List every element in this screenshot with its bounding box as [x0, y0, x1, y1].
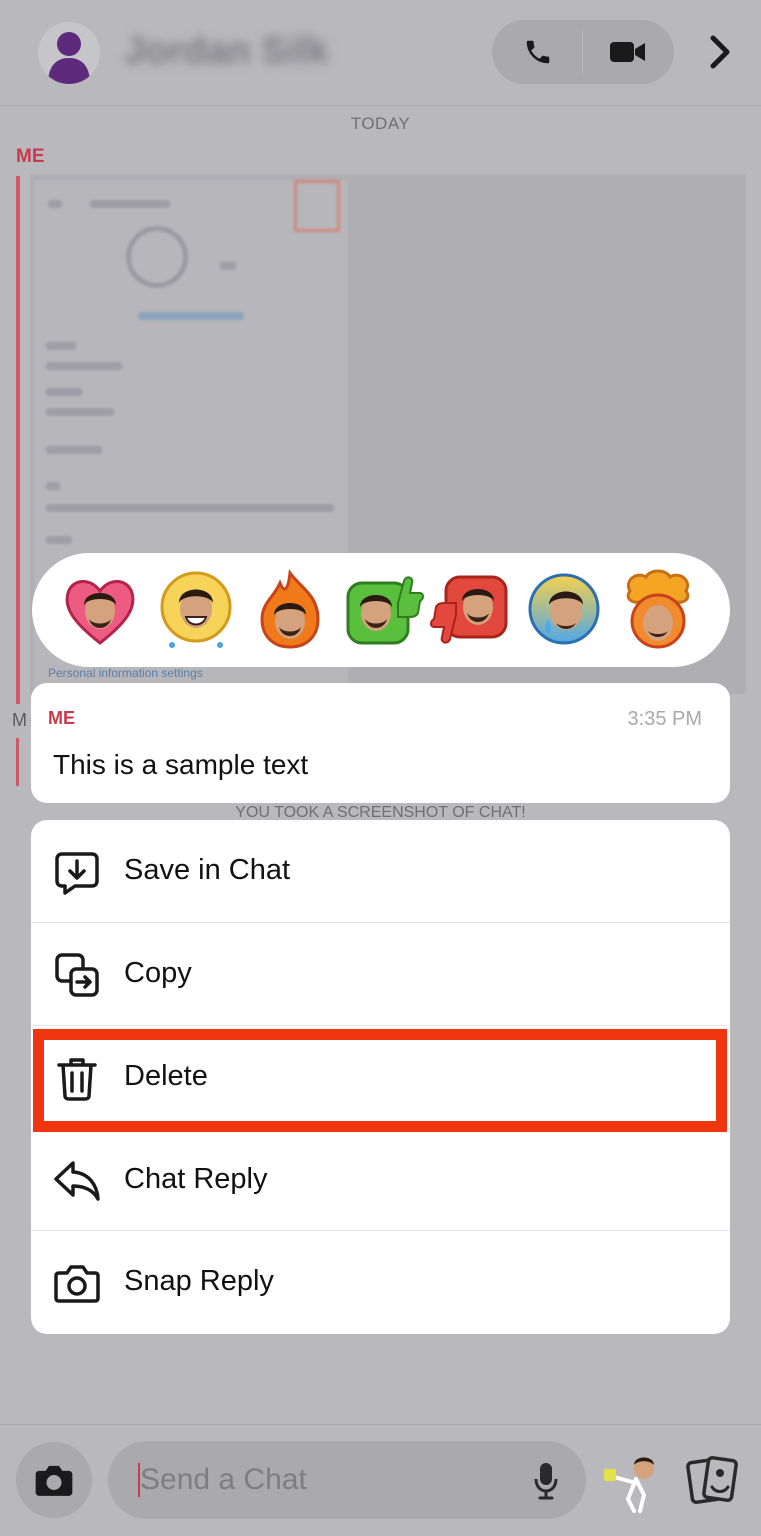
screenshot-line: [46, 342, 76, 350]
screenshot-avatar-ring: [126, 226, 188, 288]
save-in-chat-menu-item[interactable]: Save in Chat: [31, 820, 730, 923]
selected-message-card[interactable]: ME 3:35 PM This is a sample text: [31, 683, 730, 803]
copy-menu-item[interactable]: Copy: [31, 923, 730, 1026]
call-controls: [492, 20, 674, 84]
video-call-button[interactable]: [600, 32, 656, 72]
delete-menu-item[interactable]: Delete: [31, 1026, 730, 1129]
screenshot-line: [48, 200, 62, 208]
phone-icon: [526, 40, 550, 64]
heart-bitmoji-icon: [65, 580, 135, 645]
screenshot-line: [46, 388, 82, 396]
snap-reply-label: Snap Reply: [124, 1265, 274, 1297]
microphone-icon: [534, 1463, 558, 1500]
cards-icon: [686, 1456, 738, 1504]
delete-label: Delete: [124, 1060, 208, 1092]
thumbs-down-bitmoji-reaction[interactable]: [430, 569, 508, 651]
camera-icon: [54, 1265, 100, 1303]
avatar-silhouette-icon: [48, 32, 90, 84]
chat-header: Jordan Silk: [0, 0, 761, 106]
crying-laughing-bitmoji-icon: [160, 571, 232, 648]
camera-button[interactable]: [16, 1442, 92, 1518]
reply-arrow-icon: [54, 1161, 100, 1201]
mind-blown-bitmoji-reaction[interactable]: [620, 569, 696, 651]
contact-name[interactable]: Jordan Silk: [124, 30, 329, 73]
voice-call-button[interactable]: [512, 32, 564, 72]
chevron-right-button[interactable]: [700, 30, 740, 74]
screenshot-line: [46, 536, 72, 544]
text-cursor: [138, 1463, 140, 1497]
message-context-menu: Save in Chat Copy Delete Chat Reply Snap: [31, 820, 730, 1334]
screenshot-highlight-box: [294, 180, 340, 232]
microphone-button[interactable]: [530, 1459, 562, 1503]
screenshot-line: [46, 408, 114, 416]
screenshot-line: [46, 362, 122, 370]
camera-icon: [35, 1465, 73, 1496]
screenshot-caption: Personal information settings: [48, 666, 203, 680]
thumbs-up-bitmoji-reaction[interactable]: [344, 569, 424, 651]
sender-label: ME: [16, 146, 45, 167]
message-text: This is a sample text: [53, 749, 309, 780]
call-divider: [582, 30, 583, 74]
screenshot-line: [90, 200, 170, 208]
fire-bitmoji-reaction[interactable]: [252, 568, 328, 651]
message-time: 3:35 PM: [627, 708, 702, 730]
video-camera-icon: [610, 42, 645, 62]
screenshot-line: [138, 312, 244, 320]
chat-reply-label: Chat Reply: [124, 1163, 268, 1195]
bitmoji-icon: [604, 1457, 654, 1513]
mind-blown-bitmoji-icon: [626, 569, 690, 649]
date-divider: TODAY: [350, 114, 411, 133]
screenshot-line: [46, 504, 334, 512]
thumbs-up-bitmoji-icon: [346, 576, 424, 645]
chat-composer: [0, 1424, 761, 1536]
bitmoji-button[interactable]: [600, 1453, 664, 1513]
save-in-chat-label: Save in Chat: [124, 854, 291, 886]
chat-reply-menu-item[interactable]: Chat Reply: [31, 1129, 730, 1232]
copy-label: Copy: [124, 957, 192, 989]
my-message-bar-2: [16, 738, 19, 786]
copy-icon: [55, 953, 99, 997]
save-in-chat-icon: [55, 852, 99, 895]
snap-reply-menu-item[interactable]: Snap Reply: [31, 1231, 730, 1334]
sad-tear-bitmoji-reaction[interactable]: [526, 569, 602, 651]
contact-avatar[interactable]: [38, 22, 100, 84]
cards-button[interactable]: [686, 1455, 740, 1507]
my-message-bar: [16, 176, 20, 704]
trash-icon: [57, 1058, 97, 1101]
send-chat-input[interactable]: [108, 1441, 586, 1519]
crying-laughing-bitmoji-reaction[interactable]: [158, 569, 234, 651]
screenshot-line: [220, 262, 236, 270]
chevron-right-icon: [710, 35, 730, 69]
screenshot-line: [46, 482, 60, 490]
thumbs-down-bitmoji-icon: [430, 575, 508, 644]
heart-bitmoji-reaction[interactable]: [62, 569, 138, 651]
sad-tear-bitmoji-icon: [528, 573, 600, 645]
message-sender: ME: [48, 708, 75, 728]
second-sender-initial: M: [12, 710, 27, 730]
screenshot-line: [46, 446, 102, 454]
fire-bitmoji-icon: [260, 568, 320, 649]
reaction-bar: [32, 553, 730, 667]
